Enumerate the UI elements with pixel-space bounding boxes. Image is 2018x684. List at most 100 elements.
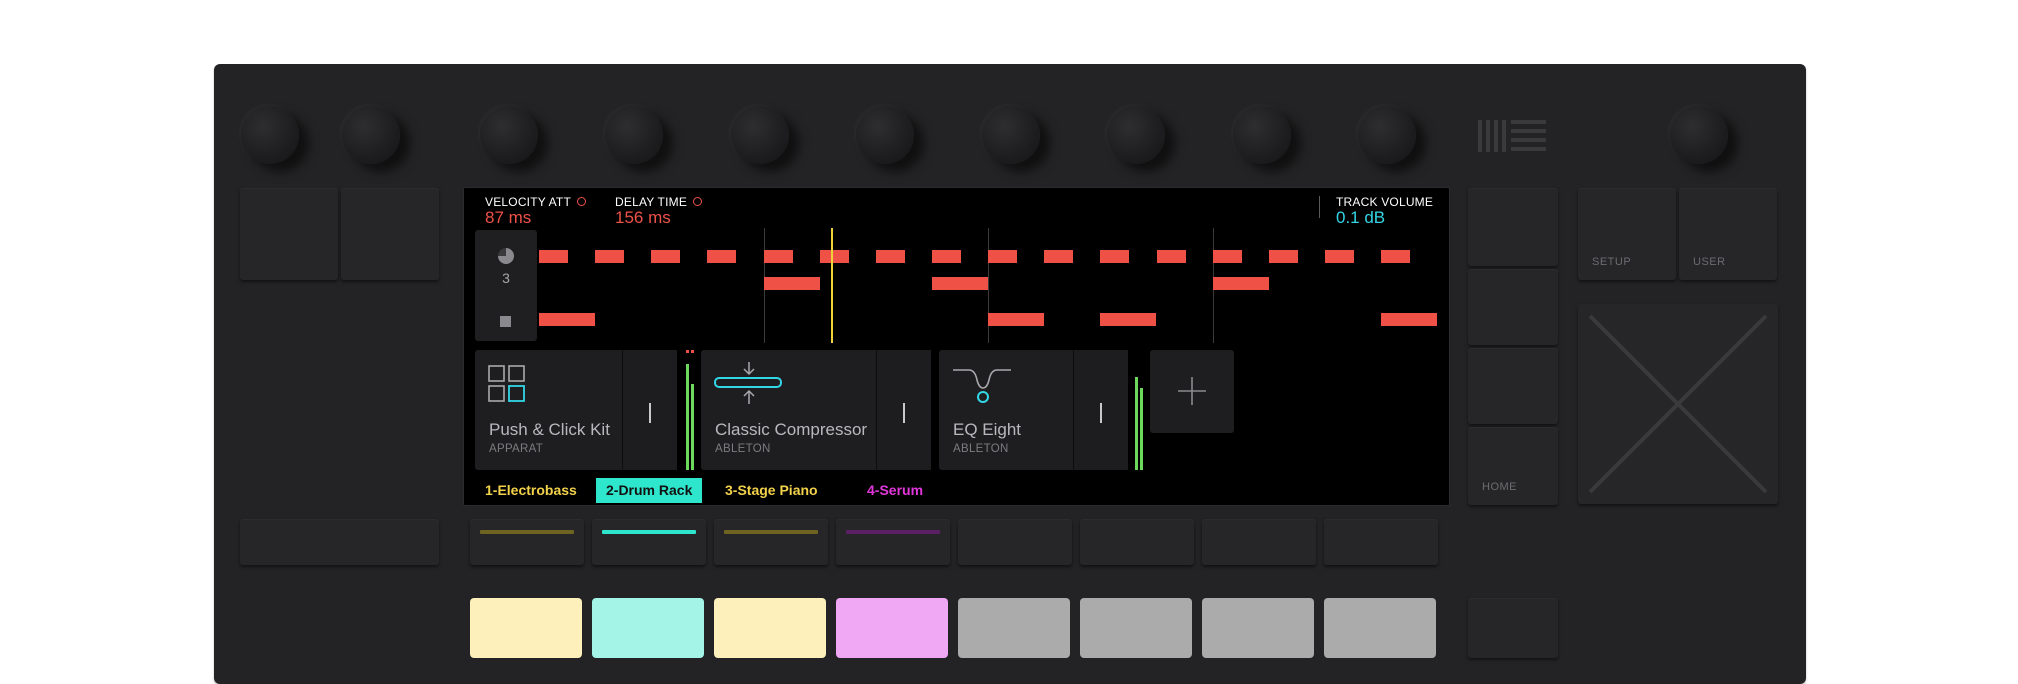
lane-number: 3 — [502, 270, 510, 286]
display-screen: VELOCITY ATT 87 ms DELAY TIME 156 ms TRA… — [463, 187, 1450, 506]
device-name: Classic Compressor — [715, 420, 868, 439]
track-tab-drum-rack[interactable]: 2-Drum Rack — [596, 478, 703, 503]
encoder-knob-1[interactable] — [480, 106, 538, 164]
pad-3[interactable] — [714, 598, 826, 658]
step[interactable] — [876, 250, 905, 263]
level-meter — [1140, 388, 1143, 470]
step[interactable] — [1213, 277, 1269, 290]
level-meter — [691, 384, 694, 470]
step[interactable] — [1269, 250, 1298, 263]
clip-indicator — [686, 350, 689, 353]
drum-rack-icon — [488, 365, 525, 402]
tempo-knob[interactable] — [342, 106, 400, 164]
step[interactable] — [932, 277, 988, 290]
left-lower-button[interactable] — [240, 519, 439, 565]
pad-7[interactable] — [1202, 598, 1314, 658]
clip-indicator — [691, 350, 694, 353]
param-value-velocity-att: 87 ms — [485, 208, 532, 227]
device-push-click-kit[interactable]: Push & Click Kit APPARAT — [475, 350, 677, 470]
step[interactable] — [1100, 313, 1156, 326]
right-button-2[interactable] — [1468, 269, 1558, 345]
device-expand-toggle[interactable] — [622, 350, 677, 470]
step[interactable] — [539, 250, 568, 263]
step[interactable] — [1381, 250, 1410, 263]
level-meter — [1135, 377, 1138, 470]
xy-pad[interactable] — [1578, 304, 1778, 504]
user-button[interactable]: USER — [1679, 188, 1777, 280]
modulation-ring-icon — [576, 197, 586, 206]
step[interactable] — [932, 250, 961, 263]
step[interactable] — [764, 277, 820, 290]
device-expand-toggle[interactable] — [876, 350, 931, 470]
ableton-logo-icon — [1478, 120, 1546, 152]
track-select-button-3[interactable] — [714, 519, 828, 565]
encoder-knob-2[interactable] — [605, 106, 663, 164]
track-tab-electrobass[interactable]: 1-Electrobass — [475, 478, 587, 503]
user-button-label: USER — [1693, 256, 1726, 268]
device-eq-eight[interactable]: EQ Eight ABLETON — [939, 350, 1128, 470]
step[interactable] — [1381, 313, 1437, 326]
pad-1[interactable] — [470, 598, 582, 658]
compressor-icon — [714, 362, 782, 404]
home-button[interactable]: HOME — [1468, 427, 1558, 505]
swing-knob[interactable] — [241, 106, 299, 164]
step[interactable] — [651, 250, 680, 263]
step[interactable] — [988, 250, 1017, 263]
master-volume-knob[interactable] — [1670, 106, 1728, 164]
track-select-button-5[interactable] — [958, 519, 1072, 565]
modulation-ring-icon — [693, 197, 703, 206]
track-color-stripe — [602, 530, 696, 534]
encoder-knob-5[interactable] — [982, 106, 1040, 164]
param-value-delay-time: 156 ms — [615, 208, 671, 227]
home-button-label: HOME — [1482, 481, 1517, 493]
param-label-velocity-att: VELOCITY ATT — [485, 195, 586, 209]
left-button-2[interactable] — [341, 188, 439, 280]
level-meter — [686, 364, 689, 470]
encoder-knob-4[interactable] — [856, 106, 914, 164]
param-value-track-volume: 0.1 dB — [1336, 208, 1386, 227]
device-classic-compressor[interactable]: Classic Compressor ABLETON — [701, 350, 931, 470]
step[interactable] — [764, 250, 793, 263]
add-device-button[interactable] — [1150, 350, 1234, 433]
encoder-knob-6[interactable] — [1107, 106, 1165, 164]
device-name: Push & Click Kit — [489, 420, 610, 439]
step[interactable] — [539, 313, 595, 326]
track-select-button-2[interactable] — [592, 519, 706, 565]
step[interactable] — [988, 313, 1044, 326]
track-select-button-1[interactable] — [470, 519, 584, 565]
encoder-knob-7[interactable] — [1233, 106, 1291, 164]
setup-button[interactable]: SETUP — [1578, 188, 1676, 280]
device-expand-toggle[interactable] — [1073, 350, 1128, 470]
step[interactable] — [595, 250, 624, 263]
step[interactable] — [1213, 250, 1242, 263]
step[interactable] — [1325, 250, 1354, 263]
drum-lane-control[interactable]: 3 — [475, 230, 537, 341]
track-select-button-6[interactable] — [1080, 519, 1194, 565]
right-button-3[interactable] — [1468, 348, 1558, 424]
step[interactable] — [1044, 250, 1073, 263]
xy-cross-icon — [1588, 314, 1768, 494]
right-bottom-button[interactable] — [1468, 598, 1558, 658]
eq-icon — [953, 369, 1011, 403]
step[interactable] — [707, 250, 736, 263]
encoder-knob-8[interactable] — [1358, 106, 1416, 164]
encoder-knob-3[interactable] — [731, 106, 789, 164]
track-tab-serum[interactable]: 4-Serum — [857, 478, 933, 503]
track-color-stripe — [480, 530, 574, 534]
track-select-button-7[interactable] — [1202, 519, 1316, 565]
right-button-1[interactable] — [1468, 188, 1558, 266]
pad-5[interactable] — [958, 598, 1070, 658]
left-button-1[interactable] — [240, 188, 338, 280]
stop-icon[interactable] — [500, 316, 511, 327]
track-tab-stage-piano[interactable]: 3-Stage Piano — [715, 478, 828, 503]
pad-6[interactable] — [1080, 598, 1192, 658]
param-label-track-volume: TRACK VOLUME — [1336, 195, 1434, 209]
track-select-button-4[interactable] — [836, 519, 950, 565]
step[interactable] — [1157, 250, 1186, 263]
pad-8[interactable] — [1324, 598, 1436, 658]
pad-2[interactable] — [592, 598, 704, 658]
step[interactable] — [820, 250, 849, 263]
pad-4[interactable] — [836, 598, 948, 658]
track-select-button-8[interactable] — [1324, 519, 1438, 565]
step[interactable] — [1100, 250, 1129, 263]
